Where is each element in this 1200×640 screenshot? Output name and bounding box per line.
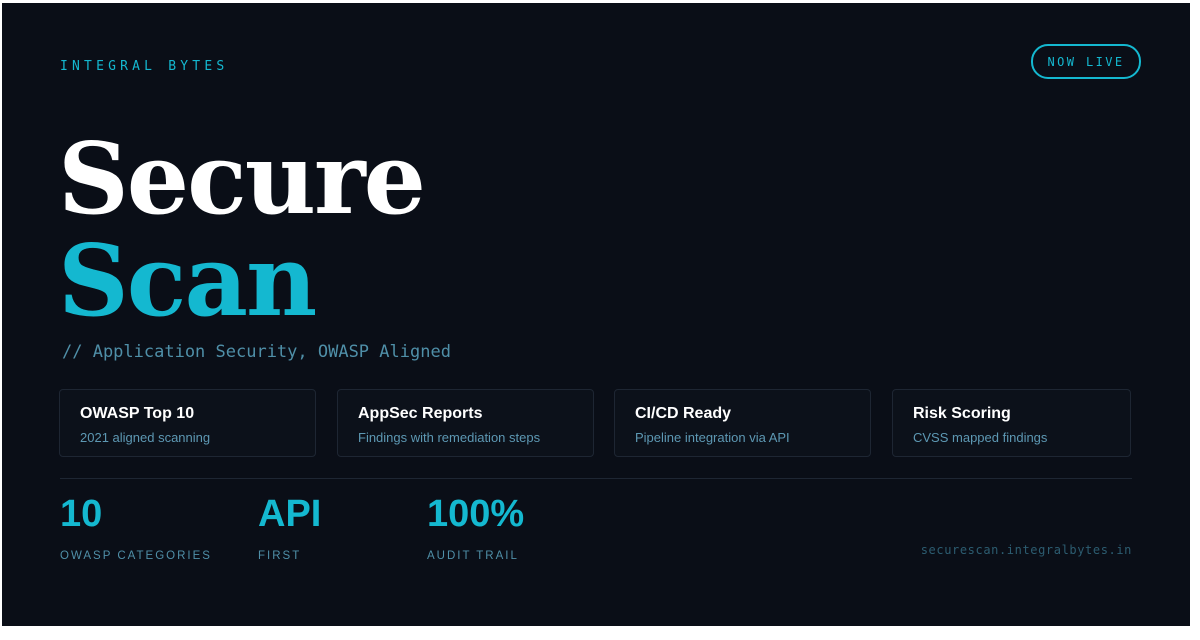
title-line-1: Secure <box>58 122 426 237</box>
stat-api: API FIRST <box>258 495 321 562</box>
feature-card-subtitle: 2021 aligned scanning <box>80 430 211 445</box>
now-live-badge: NOW LIVE <box>1031 44 1141 79</box>
feature-card-subtitle: Findings with remediation steps <box>358 430 541 445</box>
stat-value: 10 <box>60 493 103 535</box>
feature-card-appsec: AppSec Reports Findings with remediation… <box>337 389 594 457</box>
feature-card-owasp: OWASP Top 10 2021 aligned scanning <box>59 389 316 457</box>
stat-label: AUDIT TRAIL <box>427 550 519 562</box>
stat-label: OWASP CATEGORIES <box>60 550 212 562</box>
feature-card-title: OWASP Top 10 <box>80 405 195 422</box>
site-url: securescan.integralbytes.in <box>920 543 1132 557</box>
feature-card-cicd: CI/CD Ready Pipeline integration via API <box>614 389 871 457</box>
feature-card-subtitle: Pipeline integration via API <box>635 430 790 445</box>
feature-card-subtitle: CVSS mapped findings <box>913 430 1048 445</box>
divider <box>60 478 1132 479</box>
stat-value: 100% <box>427 493 525 535</box>
stat-audit: 100% AUDIT TRAIL <box>427 495 524 562</box>
feature-card-title: CI/CD Ready <box>635 405 732 422</box>
stat-categories: 10 OWASP CATEGORIES <box>60 495 212 562</box>
feature-card-title: AppSec Reports <box>358 405 483 422</box>
title-line-2: Scan <box>58 224 317 339</box>
tagline: // Application Security, OWASP Aligned <box>62 342 451 362</box>
brand-label: INTEGRAL BYTES <box>60 59 229 74</box>
stat-label: FIRST <box>258 550 302 562</box>
feature-card-title: Risk Scoring <box>913 405 1011 422</box>
stat-value: API <box>258 493 322 535</box>
feature-card-risk: Risk Scoring CVSS mapped findings <box>892 389 1131 457</box>
hero-banner: INTEGRAL BYTES NOW LIVE Secure Scan // A… <box>2 3 1190 626</box>
